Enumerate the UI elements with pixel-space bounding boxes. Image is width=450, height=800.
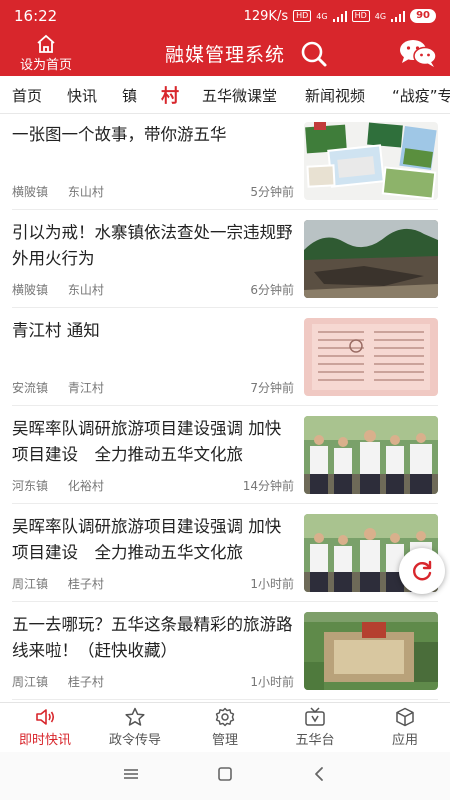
speaker-icon [36, 709, 55, 725]
news-meta: 周江镇 桂子村 1小时前 [12, 575, 294, 592]
news-thumbnail [304, 220, 438, 298]
signal-icon [391, 10, 406, 22]
news-thumbnail [304, 612, 438, 690]
tab-micro-class[interactable]: 五华微课堂 [202, 85, 277, 106]
tab-home[interactable]: 首页 [12, 85, 42, 106]
app-header: 设为首页 融媒管理系统 [0, 32, 450, 76]
news-time: 14分钟前 [242, 479, 294, 493]
category-tabs: 首页 快讯 镇 村 五华微课堂 新闻视频 “战疫”专 [0, 76, 450, 114]
hd-badge-2: HD [351, 10, 370, 22]
nav-apps[interactable]: 应用 [360, 707, 450, 748]
nav-label: 应用 [391, 733, 418, 748]
news-town: 横陂镇 [12, 185, 49, 199]
tab-village[interactable]: 村 [161, 82, 179, 108]
news-meta: 安流镇 青江村 7分钟前 [12, 379, 294, 396]
news-item[interactable]: 吴晖率队调研旅游项目建设强调 加快项目建设 全力推动五华文化旅 周江镇 桂子村 … [0, 506, 450, 602]
nav-label: 即时快讯 [18, 733, 71, 748]
refresh-button[interactable] [399, 548, 445, 594]
news-item[interactable]: 五一去哪玩？五华这条最精彩的旅游路线来啦！（赶快收藏） 周江镇 桂子村 1小时前 [0, 604, 450, 700]
cube-icon [396, 707, 414, 727]
status-time: 16:22 [14, 7, 58, 25]
news-thumbnail [304, 122, 438, 200]
status-bar: 16:22 129K/s HD 4G HD 4G 90 [0, 0, 450, 32]
news-time: 1小时前 [250, 577, 294, 591]
news-item[interactable]: 一张图一个故事，带你游五华 横陂镇 东山村 5分钟前 [0, 114, 450, 210]
net-type-1: 4G [316, 11, 328, 21]
network-speed: 129K/s [243, 8, 289, 24]
news-item[interactable]: 引以为戒！水寨镇依法查处一宗违规野外用火行为 横陂镇 东山村 6分钟前 [0, 212, 450, 308]
status-indicators: 129K/s HD 4G HD 4G 90 [244, 9, 436, 24]
wechat-icon[interactable] [398, 38, 438, 68]
news-meta: 周江镇 桂子村 1小时前 [12, 673, 294, 690]
news-town: 河东镇 [12, 479, 49, 493]
news-item[interactable]: 吴晖率队调研旅游项目建设强调 加快项目建设 全力推动五华文化旅 河东镇 化裕村 … [0, 408, 450, 504]
news-title: 一张图一个故事，带你游五华 [12, 125, 227, 144]
hd-badge-1: HD [293, 10, 312, 22]
news-village: 化裕村 [67, 479, 104, 493]
nav-label: 政令传导 [108, 733, 161, 748]
news-village: 东山村 [67, 283, 104, 297]
news-time: 5分钟前 [250, 185, 294, 199]
app-title: 融媒管理系统 [164, 44, 285, 66]
nav-policy[interactable]: 政令传导 [90, 707, 180, 748]
tab-news-video[interactable]: 新闻视频 [305, 85, 365, 106]
news-meta: 横陂镇 东山村 5分钟前 [12, 183, 294, 200]
news-meta: 河东镇 化裕村 14分钟前 [12, 477, 294, 494]
news-title: 青江村 通知 [12, 321, 100, 340]
news-time: 7分钟前 [250, 381, 294, 395]
gear-icon [215, 707, 235, 727]
news-village: 青江村 [67, 381, 104, 395]
news-title: 五一去哪玩？五华这条最精彩的旅游路线来啦！（赶快收藏） [12, 615, 293, 660]
news-town: 周江镇 [12, 675, 49, 689]
refresh-icon [413, 560, 432, 581]
menu-icon[interactable] [123, 766, 139, 785]
search-icon[interactable] [300, 40, 328, 68]
home-square-icon[interactable] [217, 766, 233, 786]
bottom-nav: 即时快讯 政令传导 管理 五华台 应用 [0, 702, 450, 752]
nav-instant-news[interactable]: 即时快讯 [0, 707, 90, 748]
news-thumbnail [304, 416, 438, 494]
news-title: 吴晖率队调研旅游项目建设强调 加快项目建设 全力推动五华文化旅 [12, 517, 282, 562]
news-village: 桂子村 [67, 675, 104, 689]
news-town: 安流镇 [12, 381, 49, 395]
nav-label: 五华台 [295, 733, 335, 748]
news-title: 吴晖率队调研旅游项目建设强调 加快项目建设 全力推动五华文化旅 [12, 419, 282, 464]
news-time: 1小时前 [250, 675, 294, 689]
nav-management[interactable]: 管理 [180, 707, 270, 748]
news-village: 东山村 [67, 185, 104, 199]
news-town: 横陂镇 [12, 283, 49, 297]
news-time: 6分钟前 [250, 283, 294, 297]
nav-wuhua-tv[interactable]: 五华台 [270, 707, 360, 748]
news-item[interactable]: 青江村 通知 安流镇 青江村 7分钟前 [0, 310, 450, 406]
tab-town[interactable]: 镇 [122, 85, 137, 106]
news-town: 周江镇 [12, 577, 49, 591]
system-nav-bar [0, 752, 450, 800]
signal-icon [332, 10, 347, 22]
tab-anti-epidemic[interactable]: “战疫”专 [392, 85, 450, 106]
tv-icon [305, 707, 325, 726]
back-icon[interactable] [312, 766, 326, 786]
news-village: 桂子村 [67, 577, 104, 591]
news-thumbnail [304, 318, 438, 396]
news-feed: 一张图一个故事，带你游五华 横陂镇 东山村 5分钟前 引以为戒！水寨镇依法查处一… [0, 114, 450, 702]
star-icon [125, 707, 145, 726]
tab-news-flash[interactable]: 快讯 [67, 85, 97, 106]
battery-indicator: 90 [410, 9, 436, 23]
news-title: 引以为戒！水寨镇依法查处一宗违规野外用火行为 [12, 223, 293, 268]
nav-label: 管理 [211, 733, 238, 748]
net-type-2: 4G [374, 11, 387, 21]
news-meta: 横陂镇 东山村 6分钟前 [12, 281, 294, 298]
